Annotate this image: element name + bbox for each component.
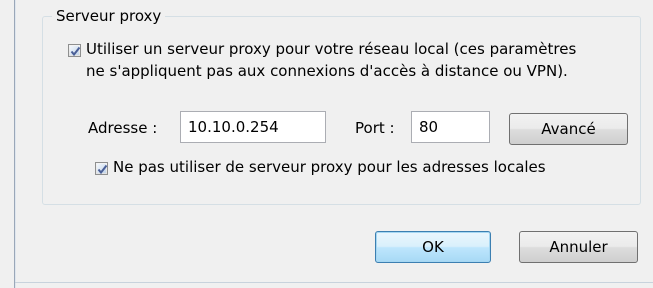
lan-settings-dialog: Serveur proxy Utiliser un serveur proxy … — [0, 0, 653, 288]
address-label: Adresse : — [88, 119, 158, 137]
bypass-local-checkbox[interactable] — [95, 162, 108, 175]
address-input[interactable]: 10.10.0.254 — [180, 111, 326, 143]
port-label: Port : — [355, 119, 395, 137]
use-proxy-label-line2[interactable]: ne s'appliquent pas aux connexions d'acc… — [86, 61, 568, 81]
bypass-local-label[interactable]: Ne pas utiliser de serveur proxy pour le… — [113, 157, 546, 177]
ok-button[interactable]: OK — [375, 231, 491, 263]
advanced-button[interactable]: Avancé — [509, 113, 628, 145]
port-input[interactable]: 80 — [411, 111, 490, 143]
use-proxy-label-line1[interactable]: Utiliser un serveur proxy pour votre rés… — [86, 39, 576, 59]
window-bottom-edge — [15, 282, 653, 283]
proxy-server-legend: Serveur proxy — [52, 7, 166, 25]
window-left-border-highlight — [15, 0, 16, 288]
checkmark-icon — [70, 46, 81, 57]
use-proxy-checkbox[interactable] — [68, 44, 81, 57]
checkmark-icon — [97, 164, 108, 175]
cancel-button[interactable]: Annuler — [519, 231, 638, 263]
